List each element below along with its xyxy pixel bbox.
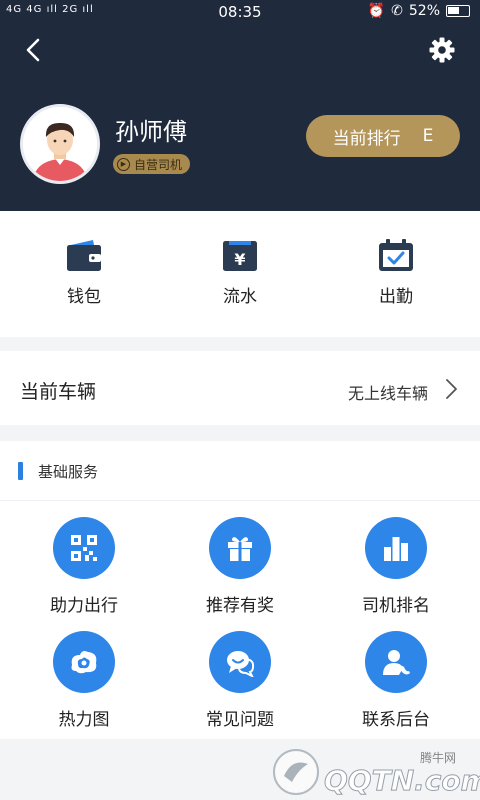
yen-bill-icon: ¥ [223, 241, 257, 271]
attendance-button[interactable]: 出勤 [336, 239, 456, 307]
watermark-site-name: 腾牛网 [420, 750, 456, 765]
status-bar: 4G 4G ıll 2G ıll 08:35 ⏰ ✆ 52% [0, 0, 480, 24]
rank-label: 当前排行 [332, 128, 401, 149]
service-label: 联系后台 [362, 710, 430, 730]
service-icon-circle [365, 517, 427, 579]
service-referral[interactable]: 推荐有奖 [160, 517, 320, 616]
back-button[interactable] [22, 36, 46, 64]
service-label: 热力图 [58, 710, 110, 730]
gift-icon [228, 537, 252, 561]
service-heat-map[interactable]: 热力图 [4, 631, 164, 730]
driver-type-label: 自营司机 [134, 157, 183, 172]
current-vehicle-row[interactable]: 当前车辆 无上线车辆 [0, 351, 480, 425]
gear-icon [429, 37, 455, 63]
hd-call-icon: ✆ [391, 3, 403, 19]
battery-icon [446, 5, 470, 17]
current-rank-button[interactable]: 当前排行 E [306, 115, 460, 157]
play-circle-icon: ▶ [117, 157, 130, 171]
alarm-icon: ⏰ [367, 3, 386, 19]
avatar[interactable] [20, 104, 100, 184]
service-icon-circle [365, 631, 427, 693]
service-icon-circle [53, 517, 115, 579]
profile-header: 孙师傅 ▶ 自营司机 当前排行 E [0, 24, 480, 211]
service-label: 推荐有奖 [206, 596, 274, 616]
wallet-button[interactable]: 钱包 [24, 239, 144, 307]
chat-bubbles-icon [227, 651, 255, 677]
chevron-right-icon [446, 379, 457, 399]
service-label: 司机排名 [362, 596, 430, 616]
service-icon-circle [209, 631, 271, 693]
wallet-label: 钱包 [67, 287, 101, 307]
battery-percent: 52% [408, 3, 440, 19]
current-vehicle-title: 当前车辆 [20, 381, 97, 403]
transactions-label: 流水 [223, 287, 257, 307]
current-vehicle-value: 无上线车辆 [347, 384, 428, 403]
wallet-icon [67, 240, 101, 271]
ranking-bars-icon [384, 537, 408, 561]
service-label: 常见问题 [206, 710, 274, 730]
transactions-button[interactable]: ¥ 流水 [180, 239, 300, 307]
service-driver-ranking[interactable]: 司机排名 [316, 517, 476, 616]
heat-map-icon [71, 651, 97, 674]
settings-button[interactable] [428, 36, 456, 64]
svg-text:¥: ¥ [234, 250, 245, 269]
contact-person-icon [383, 650, 410, 675]
driver-avatar-illustration [23, 107, 97, 181]
basic-services-panel: 基础服务 助力出行 推荐有奖 司机排名 热力图 常见问题 联系后台 [0, 441, 480, 739]
services-section-title: 基础服务 [38, 463, 99, 481]
service-label: 助力出行 [50, 596, 118, 616]
calendar-check-icon [379, 239, 413, 271]
driver-type-badge: ▶ 自营司机 [113, 154, 191, 174]
attendance-label: 出勤 [379, 287, 413, 307]
service-faq[interactable]: 常见问题 [160, 631, 320, 730]
section-accent-bar [18, 462, 23, 480]
driver-name: 孙师傅 [115, 118, 187, 146]
service-ride-assist[interactable]: 助力出行 [4, 517, 164, 616]
chevron-left-icon [26, 38, 40, 62]
watermark-logo-text: QQTN.com [324, 764, 480, 797]
service-icon-circle [53, 631, 115, 693]
quick-actions-panel: 钱包 ¥ 流水 出勤 [0, 211, 480, 337]
status-right: ⏰ ✆ 52% [368, 3, 470, 19]
rank-value: E [422, 126, 434, 146]
qqtn-watermark-logo: 腾牛网 QQTN.com [273, 749, 480, 798]
service-contact-support[interactable]: 联系后台 [316, 631, 476, 730]
service-icon-circle [209, 517, 271, 579]
qr-code-icon [71, 535, 97, 561]
services-section-header: 基础服务 [0, 441, 480, 501]
